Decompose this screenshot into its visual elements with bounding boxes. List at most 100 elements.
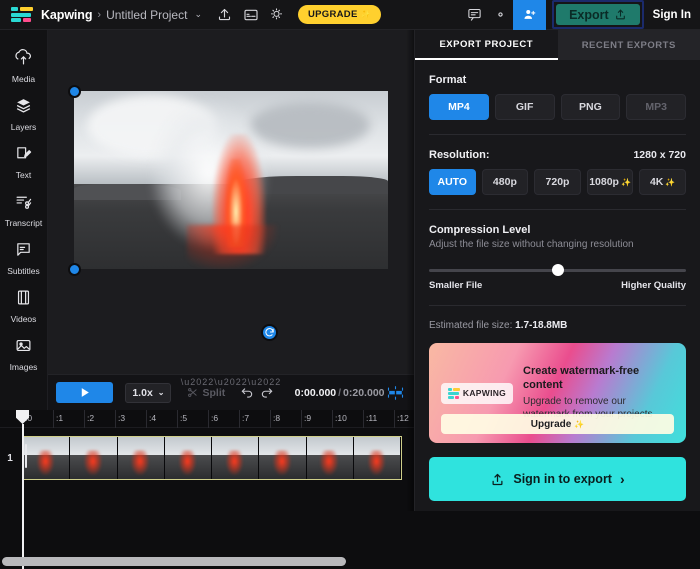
kapwing-logo-icon xyxy=(447,387,460,399)
fit-to-screen-icon xyxy=(387,385,403,400)
sparkle-icon: ✨ xyxy=(620,177,631,187)
ruler-tick: :6 xyxy=(211,413,219,423)
ruler-tick: :7 xyxy=(242,413,250,423)
preview-canvas[interactable] xyxy=(48,30,414,374)
upgrade-button[interactable]: UPGRADE ✨ xyxy=(297,5,381,24)
video-lava-flow xyxy=(187,225,278,269)
resolution-option-4k[interactable]: 4K ✨ xyxy=(639,169,686,195)
ruler-tick: :12 xyxy=(397,413,409,423)
video-layer[interactable] xyxy=(74,91,388,269)
play-button[interactable] xyxy=(56,382,114,403)
resolution-option-label: 480p xyxy=(492,176,517,188)
promo-upgrade-button[interactable]: Upgrade ✨ xyxy=(441,414,674,434)
header-right-group: Export Sign In xyxy=(461,0,700,30)
add-person-button[interactable] xyxy=(513,0,547,30)
format-options: MP4 GIF PNG MP3 xyxy=(429,94,686,120)
resolution-option-1080p[interactable]: 1080p ✨ xyxy=(586,169,634,195)
sidebar-item-videos[interactable]: Videos xyxy=(0,282,48,330)
sidebar-item-label: Subtitles xyxy=(7,265,40,276)
kapwing-logo-icon[interactable] xyxy=(11,7,33,22)
caption-icon[interactable] xyxy=(238,4,264,26)
promo-text-block: Create watermark-free content Upgrade to… xyxy=(523,365,674,422)
comment-icon[interactable] xyxy=(461,4,487,26)
sidebar-item-label: Text xyxy=(15,169,32,180)
clip-thumbnail xyxy=(164,437,212,479)
clip-thumbnail xyxy=(23,437,71,479)
sidebar-item-transcript[interactable]: Transcript xyxy=(0,186,48,234)
watermark-wordmark: KAPWING xyxy=(462,388,507,398)
resolution-option-label: AUTO xyxy=(437,176,468,188)
sparkle-icon: ✨ xyxy=(574,419,585,429)
sidebar-item-media[interactable]: Media xyxy=(0,42,48,90)
sign-in-link[interactable]: Sign In xyxy=(653,9,691,21)
kapwing-video-editor: Kapwing › Untitled Project ⌄ UPGRADE ✨ E… xyxy=(0,0,700,569)
subtitles-icon xyxy=(15,241,32,263)
slider-label-right: Higher Quality xyxy=(621,280,686,291)
app-header: Kapwing › Untitled Project ⌄ UPGRADE ✨ E… xyxy=(0,0,700,30)
sidebar-item-images[interactable]: Images xyxy=(0,330,48,378)
chevron-down-icon[interactable]: ⌄ xyxy=(194,9,202,20)
format-option-mp3[interactable]: MP3 xyxy=(626,94,686,120)
resolution-option-720p[interactable]: 720p xyxy=(534,169,581,195)
gear-icon[interactable] xyxy=(487,4,513,26)
project-title[interactable]: Untitled Project xyxy=(106,8,187,22)
upgrade-label: UPGRADE xyxy=(307,9,358,20)
format-option-mp4[interactable]: MP4 xyxy=(429,94,489,120)
slider-knob[interactable] xyxy=(551,264,564,276)
clip-trim-handle[interactable] xyxy=(25,444,27,468)
export-panel-body: Format MP4 GIF PNG MP3 Resolution: 1280 … xyxy=(415,60,700,331)
watermark-promo-card[interactable]: KAPWING Create watermark-free content Up… xyxy=(429,343,686,443)
sidebar-item-label: Media xyxy=(11,73,36,84)
chevron-right-icon: › xyxy=(619,471,625,487)
ruler-tick: :5 xyxy=(180,413,188,423)
timeline[interactable]: :0 :1 :2 :3 :4 :5 :6 :7 :8 :9 :10 :11 :1… xyxy=(0,410,414,569)
export-button[interactable]: Export xyxy=(556,4,640,25)
time-readout: 0:00.000/0:20.000 xyxy=(295,387,385,399)
compression-slider[interactable] xyxy=(429,264,686,276)
sign-in-to-export-button[interactable]: Sign in to export › xyxy=(429,457,686,501)
resolution-option-label: 4K xyxy=(649,176,664,188)
tab-recent-exports[interactable]: RECENT EXPORTS xyxy=(557,30,700,60)
time-separator: / xyxy=(338,386,342,399)
export-icon xyxy=(492,473,503,485)
export-panel: EXPORT PROJECT RECENT EXPORTS Format MP4… xyxy=(414,30,700,511)
resize-handle-top-left[interactable] xyxy=(68,85,81,98)
ruler-tick: :11 xyxy=(366,413,378,423)
divider xyxy=(429,134,686,135)
format-section-label: Format xyxy=(429,74,467,86)
sidebar-item-text[interactable]: Text xyxy=(0,138,48,186)
resize-handle-bottom-left[interactable] xyxy=(68,263,81,276)
resolution-option-480p[interactable]: 480p xyxy=(481,169,529,195)
text-edit-icon xyxy=(15,145,32,167)
upload-icon[interactable] xyxy=(212,4,238,26)
sidebar-item-label: Videos xyxy=(10,313,37,324)
sidebar-item-subtitles[interactable]: Subtitles xyxy=(0,234,48,282)
layers-icon xyxy=(15,97,32,119)
panel-drag-grip[interactable]: \u2022\u2022\u2022 xyxy=(181,377,282,387)
format-option-png[interactable]: PNG xyxy=(560,94,621,120)
format-option-gif[interactable]: GIF xyxy=(494,94,555,120)
fit-to-screen-button[interactable] xyxy=(385,382,407,404)
playback-speed-selector[interactable]: 1.0x ⌄ xyxy=(125,382,172,403)
tab-export-project[interactable]: EXPORT PROJECT xyxy=(415,30,558,60)
sparkle-icon: ✨ xyxy=(360,10,371,19)
ruler-tick: :10 xyxy=(335,413,347,423)
clip-thumbnail xyxy=(117,437,165,479)
compression-description: Adjust the file size without changing re… xyxy=(429,239,634,250)
promo-upgrade-label: Upgrade xyxy=(530,418,572,430)
timeline-clip[interactable] xyxy=(22,436,402,480)
timeline-scrollbar-thumb[interactable] xyxy=(2,557,346,566)
sidebar-item-layers[interactable]: Layers xyxy=(0,90,48,138)
resolution-option-label: 1080p xyxy=(589,176,619,188)
kapwing-watermark-preview: KAPWING xyxy=(441,382,513,404)
brand-name[interactable]: Kapwing xyxy=(41,8,92,22)
timeline-scrollbar-track[interactable] xyxy=(0,556,414,567)
scissors-icon xyxy=(188,388,198,397)
speed-value: 1.0x xyxy=(132,386,153,399)
timeline-ruler[interactable]: :0 :1 :2 :3 :4 :5 :6 :7 :8 :9 :10 :11 :1… xyxy=(0,410,414,428)
lightbulb-icon[interactable] xyxy=(264,4,290,26)
rotate-handle[interactable] xyxy=(261,324,278,341)
ruler-tick: :8 xyxy=(273,413,281,423)
clip-thumbnail xyxy=(70,437,118,479)
resolution-option-auto[interactable]: AUTO xyxy=(429,169,476,195)
